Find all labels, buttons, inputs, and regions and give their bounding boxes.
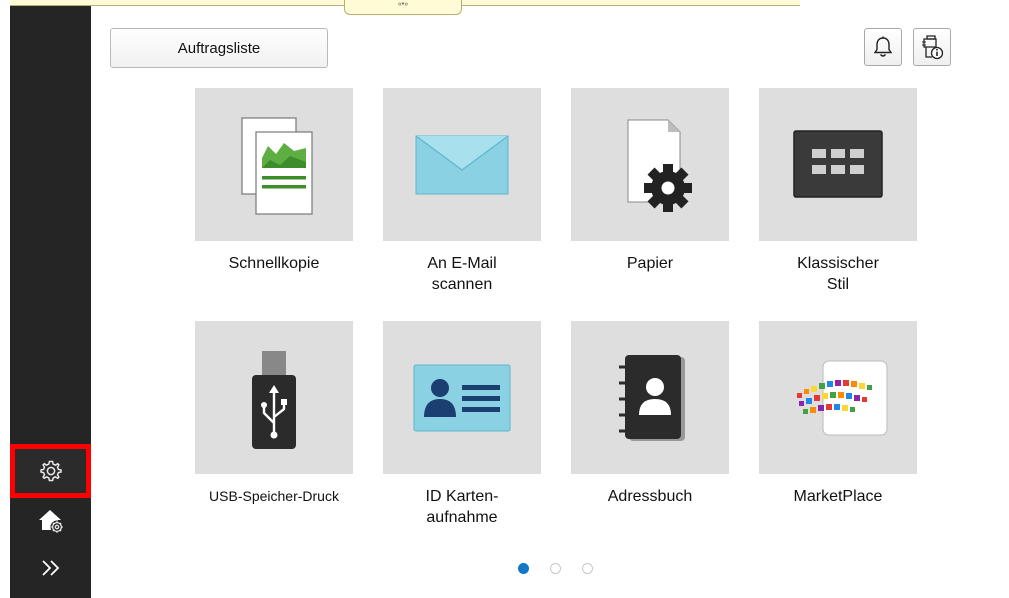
tile-label: ID Karten- aufnahme (425, 488, 499, 526)
tile-label: Papier (626, 255, 674, 272)
page-indicator (518, 563, 593, 574)
envelope-icon (415, 135, 509, 194)
tile-address-book[interactable]: Adressbuch (571, 321, 729, 507)
tile-label: MarketPlace (793, 488, 883, 505)
tile-label: An E-Mail scannen (427, 255, 497, 293)
marketplace-icon (797, 360, 888, 435)
tile-label: Schnellkopie (228, 255, 320, 272)
gear-icon (39, 460, 62, 482)
tile-usb-print[interactable]: USB-Speicher-Druck (195, 321, 353, 507)
tile-marketplace[interactable]: MarketPlace (759, 321, 917, 507)
tile-classic-style[interactable]: Klassischer Stil (759, 88, 917, 295)
tile-label: Adressbuch (607, 488, 693, 505)
usb-icon (252, 350, 296, 449)
tile-id-card-scan[interactable]: ID Karten- aufnahme (383, 321, 541, 528)
tile-papier[interactable]: Papier (571, 88, 729, 274)
page-dot[interactable] (550, 563, 561, 574)
notification-button[interactable] (864, 28, 902, 66)
page-dot[interactable] (518, 563, 529, 574)
paper-gear-icon (627, 119, 692, 212)
tile-schnellkopie[interactable]: Schnellkopie (195, 88, 353, 274)
home-gear-icon (38, 510, 63, 534)
classic-grid-icon (793, 129, 883, 198)
copy-document-icon (241, 116, 313, 215)
sidebar-home-settings-button[interactable] (10, 500, 91, 542)
tile-label: USB-Speicher-Druck (209, 488, 339, 504)
sidebar-expand-button[interactable] (10, 546, 91, 590)
tile-scan-to-email[interactable]: An E-Mail scannen (383, 88, 541, 295)
left-sidebar (10, 6, 91, 598)
double-chevron-right-icon (41, 560, 59, 576)
id-card-icon (413, 364, 511, 431)
address-book-icon (619, 354, 685, 441)
device-info-button[interactable] (913, 28, 951, 66)
device-info-icon (922, 35, 944, 60)
tile-label: Klassischer Stil (797, 255, 879, 293)
job-list-button[interactable]: Auftragsliste (110, 28, 328, 68)
page-dot[interactable] (582, 563, 593, 574)
top-drag-tab[interactable]: «•» (344, 0, 462, 15)
sidebar-settings-button[interactable] (10, 444, 91, 498)
bell-icon (873, 36, 893, 57)
